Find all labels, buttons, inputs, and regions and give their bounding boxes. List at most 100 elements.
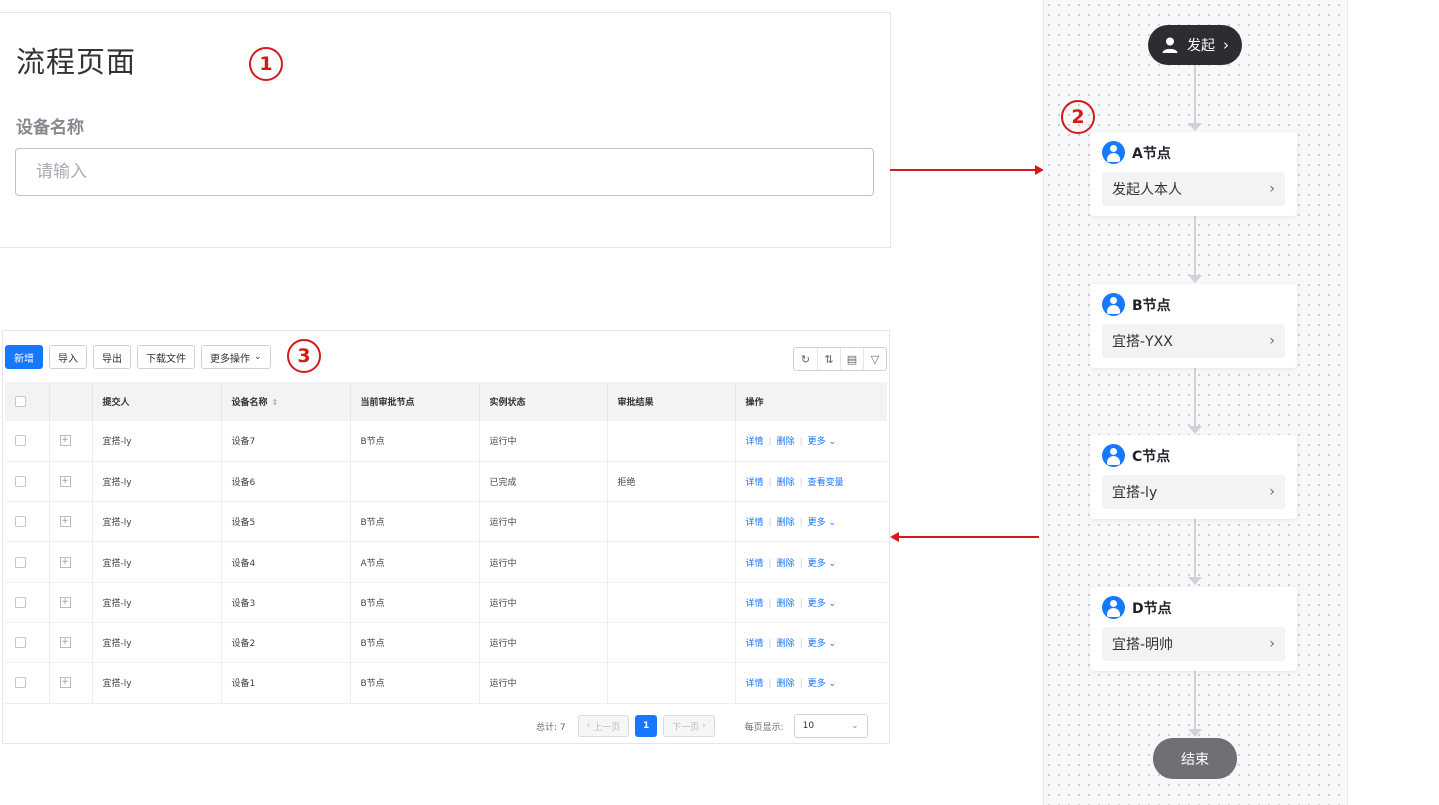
flow-node-a[interactable]: A节点 发起人本人 › <box>1090 132 1297 216</box>
row-action-0[interactable]: 详情 <box>746 478 764 488</box>
expand-row-icon[interactable]: + <box>59 475 71 487</box>
more-actions-button[interactable]: 更多操作 ⌄ <box>201 345 271 369</box>
row-checkbox[interactable] <box>15 637 26 649</box>
row-action-1[interactable]: 删除 <box>777 679 795 689</box>
row-action-2[interactable]: 更多 ⌄ <box>808 679 836 689</box>
expand-row-icon[interactable]: + <box>59 677 71 689</box>
row-action-0[interactable]: 详情 <box>746 599 764 609</box>
node-title: D节点 <box>1132 600 1172 617</box>
status-cell: 运行中 <box>479 541 608 583</box>
table-row: + 宜搭-ly 设备7 B节点 运行中 详情 | 删除 | 更多 ⌄ <box>5 421 887 462</box>
data-table: 提交人 设备名称 ⇕ 当前审批节点 实例状态 审批结果 操作 + 宜搭-ly 设备7 B… <box>5 382 887 704</box>
user-avatar-icon <box>1102 444 1125 467</box>
sort-toggle-icon[interactable]: ⇕ <box>272 398 279 407</box>
flow-end-node: 结束 <box>1153 738 1237 779</box>
node-assignee[interactable]: 宜搭-YXX › <box>1102 324 1285 358</box>
action-separator: | <box>799 477 803 488</box>
action-separator: | <box>799 518 803 529</box>
row-action-1[interactable]: 删除 <box>777 599 795 609</box>
row-action-0[interactable]: 详情 <box>746 518 764 528</box>
actions-cell: 详情 | 删除 | 更多 ⌄ <box>735 662 887 704</box>
page-size-select[interactable]: 10 ⌄ <box>793 714 868 738</box>
user-avatar-icon <box>1102 293 1125 316</box>
expand-row-icon[interactable]: + <box>59 435 71 447</box>
action-separator: | <box>768 679 772 690</box>
current-page[interactable]: 1 <box>635 715 658 737</box>
device-cell: 设备2 <box>221 622 351 664</box>
row-checkbox[interactable] <box>15 435 26 447</box>
row-action-0[interactable]: 详情 <box>746 437 764 447</box>
row-action-2[interactable]: 更多 ⌄ <box>808 639 836 649</box>
action-separator: | <box>799 639 803 650</box>
flow-start-node[interactable]: 发起 › <box>1148 25 1242 65</box>
prev-page-button[interactable]: ‹ 上一页 <box>577 715 630 737</box>
import-button[interactable]: 导入 <box>49 345 87 369</box>
table-row: + 宜搭-ly 设备4 A节点 运行中 详情 | 删除 | 更多 ⌄ <box>5 541 887 583</box>
action-separator: | <box>768 437 772 448</box>
row-checkbox[interactable] <box>15 516 26 528</box>
flow-node-d[interactable]: D节点 宜搭-明帅 › <box>1090 587 1297 671</box>
row-action-0[interactable]: 详情 <box>746 679 764 689</box>
download-file-button[interactable]: 下载文件 <box>137 345 195 369</box>
result-cell <box>607 662 736 704</box>
row-action-1[interactable]: 删除 <box>777 518 795 528</box>
arrow-down-icon <box>1188 577 1202 585</box>
chevron-down-icon: ⌄ <box>828 437 837 448</box>
row-action-2[interactable]: 更多 ⌄ <box>808 518 836 528</box>
row-action-2[interactable]: 更多 ⌄ <box>808 559 836 569</box>
device-cell: 设备3 <box>221 582 351 623</box>
arrow-flow-to-table <box>890 532 1039 542</box>
row-action-2[interactable]: 查看变量 <box>808 478 844 488</box>
select-all-checkbox[interactable] <box>15 396 26 407</box>
pagination: 总计: 7 ‹ 上一页 1 下一页 › 每页显示: 10 ⌄ <box>536 714 868 738</box>
expand-row-icon[interactable]: + <box>59 637 71 649</box>
next-page-button[interactable]: 下一页 › <box>663 715 715 737</box>
action-separator: | <box>768 477 772 488</box>
column-header[interactable]: 设备名称 ⇕ <box>221 382 351 421</box>
column-settings-icon[interactable]: ▤ <box>840 348 863 370</box>
page-title: 流程页面 <box>16 45 137 79</box>
row-action-1[interactable]: 删除 <box>777 478 795 488</box>
row-action-0[interactable]: 详情 <box>746 559 764 569</box>
node-cell: B节点 <box>350 582 480 623</box>
row-checkbox[interactable] <box>15 556 26 568</box>
action-separator: | <box>799 679 803 690</box>
action-separator: | <box>768 639 772 650</box>
flow-node-b[interactable]: B节点 宜搭-YXX › <box>1090 284 1297 368</box>
chevron-right-icon: › <box>1269 181 1275 197</box>
row-checkbox[interactable] <box>15 475 26 487</box>
node-assignee[interactable]: 发起人本人 › <box>1102 172 1285 206</box>
column-header: 当前审批节点 <box>350 382 480 421</box>
row-checkbox[interactable] <box>15 677 26 689</box>
more-actions-label: 更多操作 <box>210 353 250 365</box>
expand-row-icon[interactable]: + <box>59 596 71 608</box>
row-action-2[interactable]: 更多 ⌄ <box>808 599 836 609</box>
refresh-icon[interactable]: ↻ <box>794 348 817 370</box>
row-checkbox[interactable] <box>15 596 26 608</box>
node-assignee[interactable]: 宜搭-ly › <box>1102 475 1285 509</box>
column-header: 操作 <box>745 398 764 408</box>
node-cell: A节点 <box>350 541 480 583</box>
node-title: A节点 <box>1132 145 1171 162</box>
row-action-1[interactable]: 删除 <box>777 639 795 649</box>
chevron-down-icon: ⌄ <box>851 721 859 731</box>
export-button[interactable]: 导出 <box>93 345 131 369</box>
row-action-0[interactable]: 详情 <box>746 639 764 649</box>
expand-row-icon[interactable]: + <box>59 516 71 528</box>
node-title: B节点 <box>1132 297 1171 314</box>
filter-icon[interactable]: ▽ <box>863 348 886 370</box>
row-action-1[interactable]: 删除 <box>777 437 795 447</box>
column-header: 提交人 <box>92 382 222 421</box>
actions-cell: 详情 | 删除 | 更多 ⌄ <box>735 541 887 583</box>
add-button[interactable]: 新增 <box>5 345 43 369</box>
status-cell: 运行中 <box>479 582 608 623</box>
expand-row-icon[interactable]: + <box>59 556 71 568</box>
node-assignee[interactable]: 宜搭-明帅 › <box>1102 627 1285 661</box>
user-avatar-icon <box>1102 141 1125 164</box>
device-name-input[interactable] <box>15 148 874 196</box>
result-cell <box>607 501 736 543</box>
row-action-2[interactable]: 更多 ⌄ <box>808 437 836 447</box>
row-action-1[interactable]: 删除 <box>777 559 795 569</box>
flow-node-c[interactable]: C节点 宜搭-ly › <box>1090 435 1297 519</box>
sort-icon[interactable]: ⇅ <box>817 348 840 370</box>
